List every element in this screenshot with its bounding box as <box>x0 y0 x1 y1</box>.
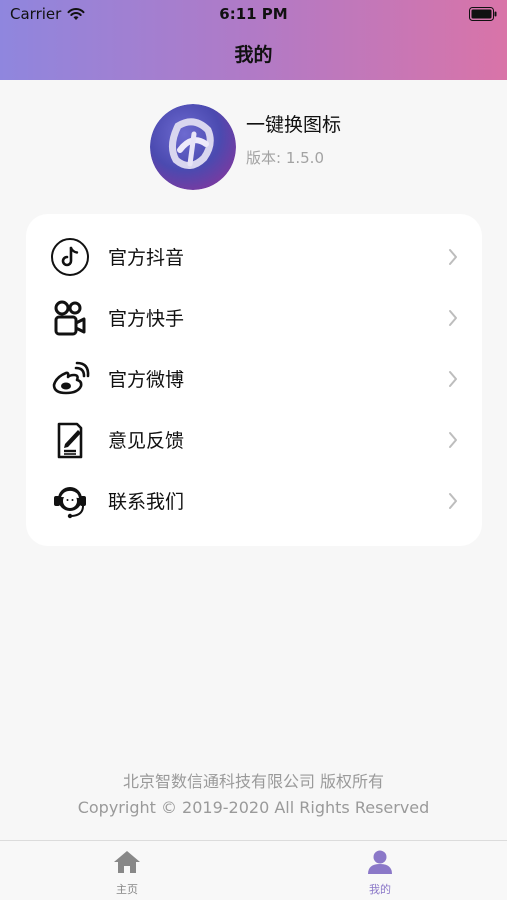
menu-item-label: 官方抖音 <box>108 247 185 269</box>
home-icon <box>114 851 140 873</box>
kuaishou-icon <box>48 296 92 340</box>
menu-card: 官方抖音 官方快手 官方微博 意见反馈 联系我们 <box>26 214 482 546</box>
menu-item-contact[interactable]: 联系我们 <box>26 470 482 531</box>
menu-item-weibo[interactable]: 官方微博 <box>26 348 482 409</box>
clock: 6:11 PM <box>219 5 288 23</box>
menu-item-feedback[interactable]: 意见反馈 <box>26 409 482 470</box>
tab-home[interactable]: 主页 <box>97 849 157 897</box>
page-title: 我的 <box>234 44 273 66</box>
tab-home-label: 主页 <box>116 883 138 896</box>
tab-bar: 主页 我的 <box>0 840 507 900</box>
app-meta: 一键换图标 版本: 1.5.0 <box>246 110 341 168</box>
menu-item-label: 官方快手 <box>108 308 185 330</box>
menu-item-douyin[interactable]: 官方抖音 <box>26 226 482 287</box>
menu-item-label: 联系我们 <box>108 491 185 513</box>
chevron-right-icon <box>449 248 457 265</box>
tiktok-icon <box>48 235 92 279</box>
user-icon <box>368 850 392 874</box>
header: Carrier 6:11 PM 我的 <box>0 0 507 80</box>
footer-company: 北京智数信通科技有限公司 版权所有 <box>122 772 385 791</box>
app-version: 版本: 1.5.0 <box>246 149 324 167</box>
screen: Carrier 6:11 PM 我的 一键换图标 版本: 1.5.0 官方抖音 … <box>0 0 507 900</box>
tab-mine-label: 我的 <box>369 883 391 896</box>
app-logo <box>150 104 236 190</box>
headset-icon <box>48 479 92 523</box>
tab-mine[interactable]: 我的 <box>350 849 410 897</box>
menu-item-label: 意见反馈 <box>108 430 185 452</box>
weibo-icon <box>48 357 92 401</box>
feedback-icon <box>48 418 92 462</box>
chevron-right-icon <box>449 370 457 387</box>
battery-icon <box>469 6 497 25</box>
menu-item-kuaishou[interactable]: 官方快手 <box>26 287 482 348</box>
chevron-right-icon <box>449 431 457 448</box>
app-name: 一键换图标 <box>246 114 342 136</box>
menu-item-label: 官方微博 <box>108 369 185 391</box>
status-bar: Carrier 6:11 PM <box>0 0 507 28</box>
chevron-right-icon <box>449 492 457 509</box>
footer-copyright: Copyright © 2019-2020 All Rights Reserve… <box>77 798 430 817</box>
footer: 北京智数信通科技有限公司 版权所有 Copyright © 2019-2020 … <box>0 768 507 817</box>
chevron-right-icon <box>449 309 457 326</box>
app-info: 一键换图标 版本: 1.5.0 <box>150 104 341 190</box>
